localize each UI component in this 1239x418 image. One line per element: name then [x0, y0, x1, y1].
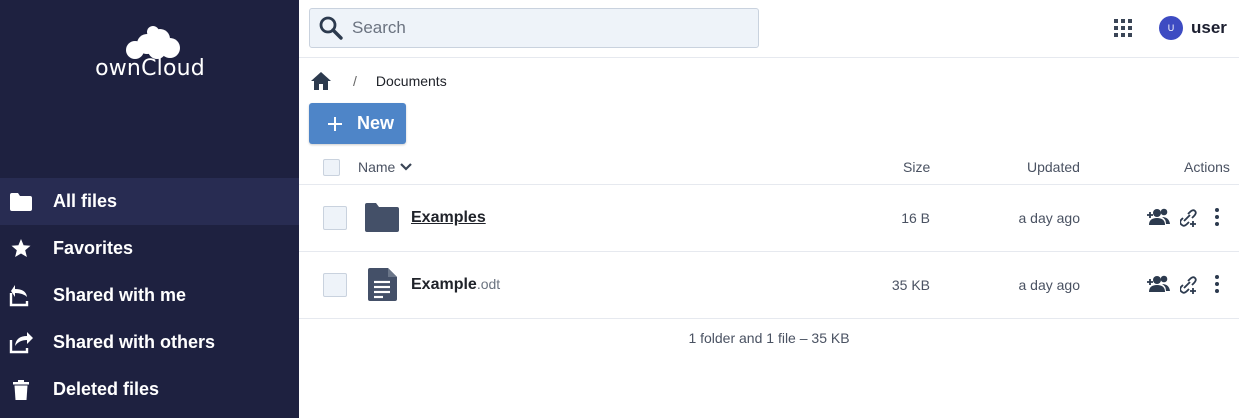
new-button[interactable]: New [309, 103, 406, 144]
row-checkbox[interactable] [323, 206, 347, 230]
owncloud-logo[interactable]: ownCloud [95, 26, 205, 82]
file-updated: a day ago [1018, 210, 1081, 226]
share-people-icon[interactable] [1147, 274, 1172, 294]
column-header-actions: Actions [1184, 159, 1230, 175]
table-row[interactable]: Examples 16 B a day ago [299, 185, 1239, 252]
sidebar-item-label: All files [53, 191, 118, 211]
add-link-icon[interactable] [1180, 274, 1198, 294]
table-row[interactable]: Example.odt 35 KB a day ago [299, 252, 1239, 319]
more-options-icon[interactable] [1213, 274, 1221, 294]
new-button-label: New [357, 113, 395, 133]
logo-text: ownCloud [95, 56, 205, 81]
search-input[interactable] [352, 18, 732, 38]
file-name[interactable]: Examples [411, 209, 486, 227]
sidebar-item-shared-with-others[interactable]: Shared with others [0, 319, 299, 366]
sidebar-item-label: Shared with others [53, 332, 216, 352]
sidebar-item-all-files[interactable]: All files [0, 178, 299, 225]
shared-with-others-icon [0, 331, 53, 354]
star-icon [0, 239, 53, 258]
column-header-updated[interactable]: Updated [1027, 159, 1080, 175]
sidebar-item-deleted-files[interactable]: Deleted files [0, 366, 299, 413]
file-name-text: Examples [411, 209, 486, 226]
column-header-name[interactable]: Name [358, 159, 413, 175]
shared-with-me-icon [0, 284, 53, 307]
sidebar-item-label: Favorites [53, 238, 134, 258]
share-people-icon[interactable] [1147, 207, 1172, 227]
breadcrumb: / Documents [311, 70, 447, 92]
sidebar-nav: All files Favorites Shared with me Share… [0, 178, 299, 413]
table-header: Name Size Updated Actions [299, 150, 1239, 185]
app-switcher-grid-icon[interactable] [1114, 19, 1132, 37]
column-header-name-label: Name [358, 159, 396, 175]
add-link-icon[interactable] [1180, 207, 1198, 227]
chevron-down-icon [400, 163, 413, 171]
file-extension: .odt [476, 276, 501, 292]
top-bar: U user [299, 0, 1239, 58]
file-size: 16 B [901, 210, 930, 226]
file-list-summary: 1 folder and 1 file – 35 KB [688, 330, 850, 346]
file-name[interactable]: Example.odt [411, 276, 500, 294]
username[interactable]: user [1191, 18, 1227, 38]
main-content: U user / Documents New Name Size [299, 0, 1239, 418]
breadcrumb-separator: / [353, 73, 357, 89]
cloud-logo-icon [126, 26, 180, 59]
file-name-text: Example [411, 276, 477, 293]
app-window: ownCloud All files Favorites Shared with… [0, 0, 1239, 418]
sidebar-item-label: Shared with me [53, 285, 187, 305]
more-options-icon[interactable] [1213, 207, 1221, 227]
search-box[interactable] [309, 8, 759, 48]
select-all-checkbox[interactable] [323, 159, 340, 176]
document-icon [368, 268, 397, 301]
folder-icon [0, 192, 53, 211]
sidebar-item-shared-with-me[interactable]: Shared with me [0, 272, 299, 319]
plus-icon [328, 116, 342, 131]
breadcrumb-current[interactable]: Documents [376, 73, 447, 89]
home-icon[interactable] [311, 72, 331, 90]
sidebar-item-favorites[interactable]: Favorites [0, 225, 299, 272]
sidebar: ownCloud All files Favorites Shared with… [0, 0, 299, 418]
avatar[interactable]: U [1159, 16, 1183, 40]
folder-icon [365, 203, 399, 232]
sidebar-item-label: Deleted files [53, 379, 160, 399]
search-icon [319, 16, 343, 40]
trash-icon [0, 379, 53, 400]
file-updated: a day ago [1018, 277, 1081, 293]
row-checkbox[interactable] [323, 273, 347, 297]
file-size: 35 KB [891, 277, 930, 293]
column-header-size[interactable]: Size [903, 159, 930, 175]
